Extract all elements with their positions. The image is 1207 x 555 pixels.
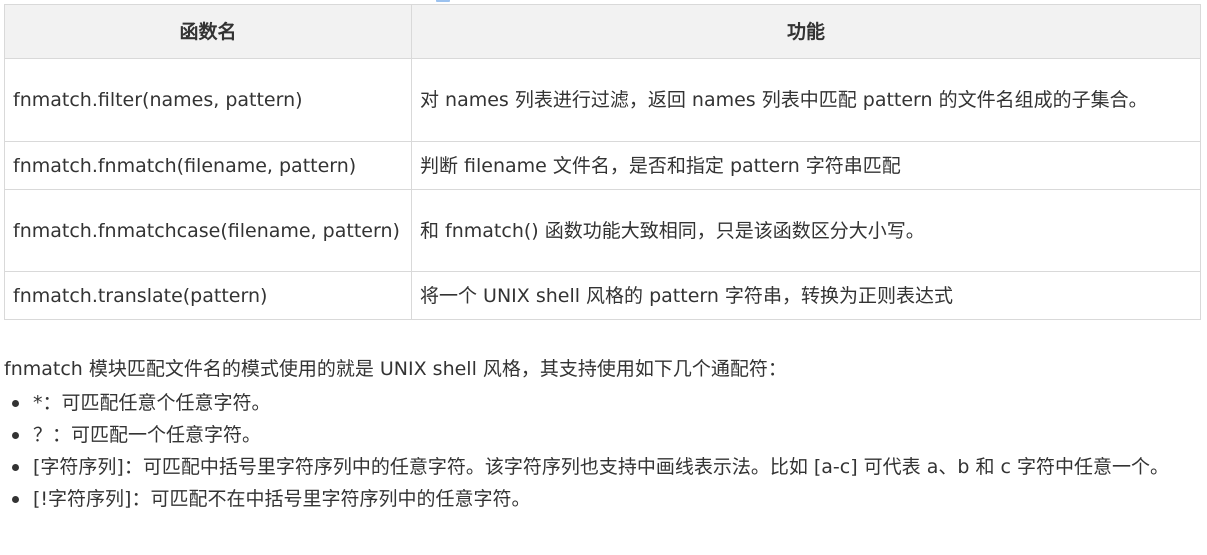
- table-row: fnmatch.fnmatch(filename, pattern) 判断 fi…: [4, 141, 1201, 190]
- table-row: fnmatch.translate(pattern) 将一个 UNIX shel…: [4, 271, 1201, 320]
- table-header-row: 函数名 功能: [4, 4, 1201, 59]
- bullet-dot-icon: [12, 496, 19, 503]
- list-item: ？：可匹配一个任意字符。: [0, 419, 1198, 451]
- top-edge-fragment: [436, 0, 450, 2]
- header-function-name: 函数名: [4, 4, 412, 59]
- bullet-dot-icon: [12, 432, 19, 439]
- function-name-cell: fnmatch.translate(pattern): [4, 271, 412, 320]
- bullet-dot-icon: [12, 464, 19, 471]
- function-desc-cell: 对 names 列表进行过滤，返回 names 列表中匹配 pattern 的文…: [411, 58, 1201, 142]
- intro-paragraph: fnmatch 模块匹配文件名的模式使用的就是 UNIX shell 风格，其支…: [4, 358, 787, 380]
- function-name-cell: fnmatch.filter(names, pattern): [4, 58, 412, 142]
- list-item: [!字符序列]：可匹配不在中括号里字符序列中的任意字符。: [0, 483, 1198, 515]
- list-item: *：可匹配任意个任意字符。: [0, 387, 1198, 419]
- wildcard-list: *：可匹配任意个任意字符。 ？：可匹配一个任意字符。 [字符序列]：可匹配中括号…: [0, 387, 1200, 515]
- function-desc-cell: 和 fnmatch() 函数功能大致相同，只是该函数区分大小写。: [411, 189, 1201, 272]
- function-name-cell: fnmatch.fnmatchcase(filename, pattern): [4, 189, 412, 272]
- function-desc-cell: 将一个 UNIX shell 风格的 pattern 字符串，转换为正则表达式: [411, 271, 1201, 320]
- table-row: fnmatch.fnmatchcase(filename, pattern) 和…: [4, 189, 1201, 272]
- list-item-text: *：可匹配任意个任意字符。: [33, 392, 271, 414]
- bullet-dot-icon: [12, 400, 19, 407]
- header-function-purpose: 功能: [411, 4, 1201, 59]
- function-desc-cell: 判断 filename 文件名，是否和指定 pattern 字符串匹配: [411, 141, 1201, 190]
- function-table: 函数名 功能 fnmatch.filter(names, pattern) 对 …: [4, 4, 1201, 320]
- list-item: [字符序列]：可匹配中括号里字符序列中的任意字符。该字符序列也支持中画线表示法。…: [0, 451, 1198, 483]
- list-item-text: [字符序列]：可匹配中括号里字符序列中的任意字符。该字符序列也支持中画线表示法。…: [33, 456, 1169, 478]
- list-item-text: [!字符序列]：可匹配不在中括号里字符序列中的任意字符。: [33, 488, 531, 510]
- function-name-cell: fnmatch.fnmatch(filename, pattern): [4, 141, 412, 190]
- list-item-text: ？：可匹配一个任意字符。: [33, 424, 262, 446]
- table-row: fnmatch.filter(names, pattern) 对 names 列…: [4, 58, 1201, 142]
